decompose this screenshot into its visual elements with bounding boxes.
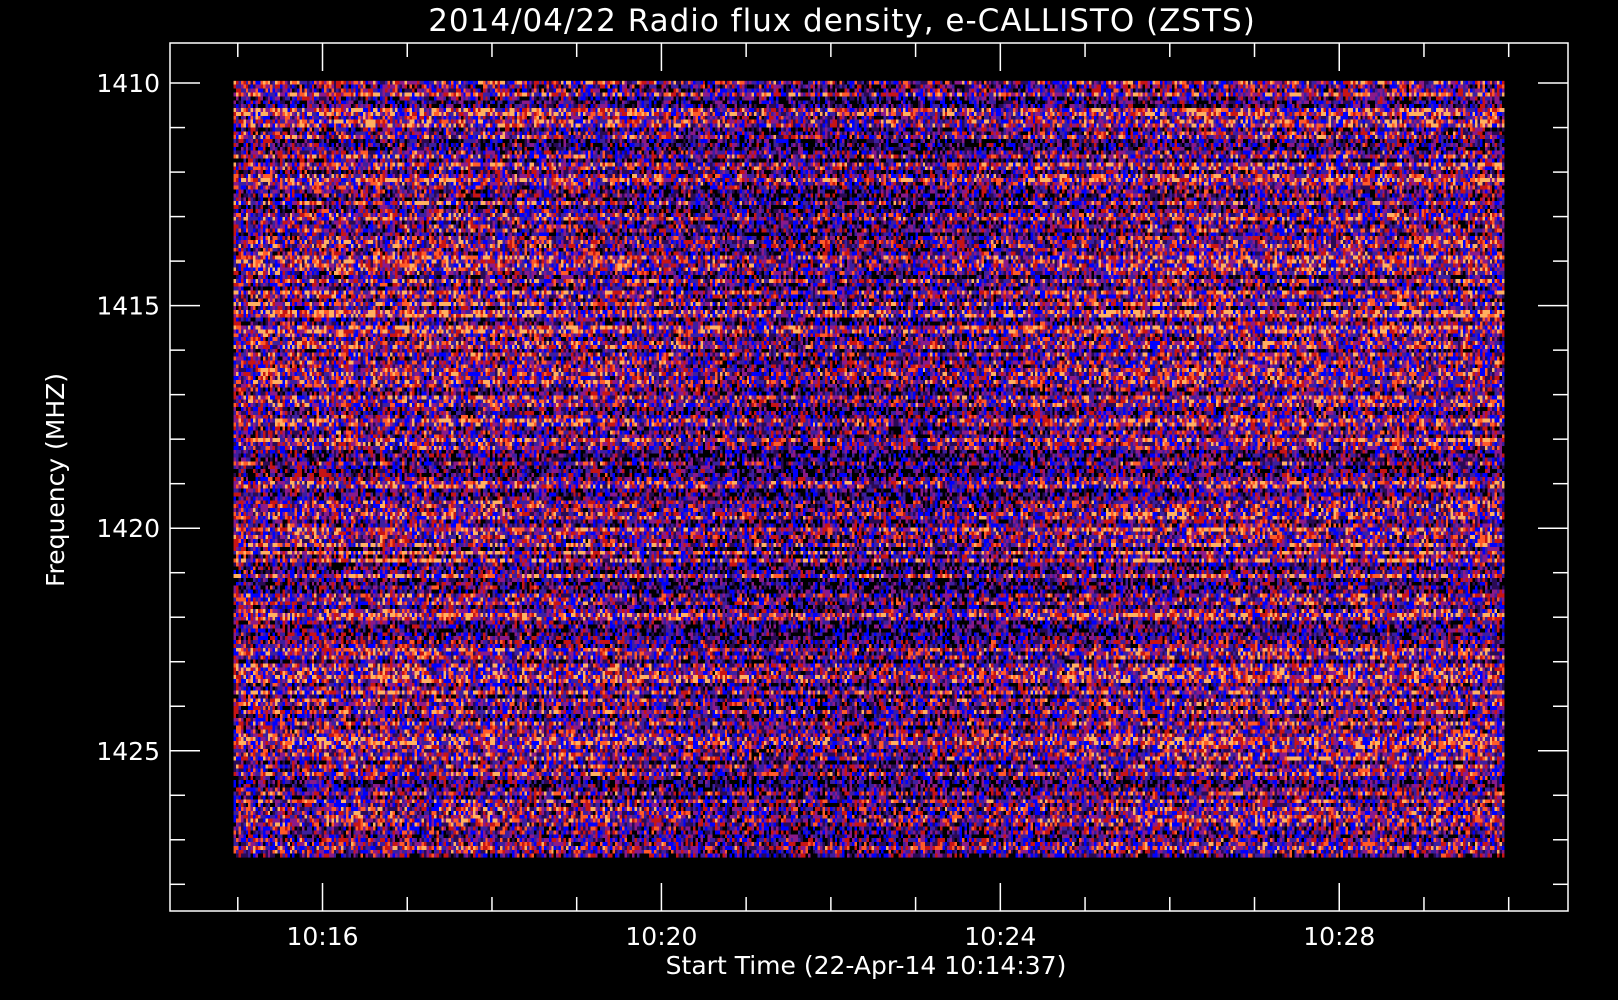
chart-title: 2014/04/22 Radio flux density, e-CALLIST… <box>428 3 1256 39</box>
x-tick-label: 10:28 <box>1303 922 1375 951</box>
heatmap-area <box>233 80 1505 858</box>
y-tick-label: 1420 <box>96 514 160 543</box>
x-tick-label: 10:24 <box>964 922 1036 951</box>
y-tick-label: 1415 <box>96 292 160 321</box>
x-tick-label: 10:16 <box>286 922 358 951</box>
heatmap-cells <box>233 80 1505 858</box>
spectrogram-figure: 2014/04/22 Radio flux density, e-CALLIST… <box>41 3 1569 980</box>
y-axis-label: Frequency (MHZ) <box>41 373 70 587</box>
x-axis-label: Start Time (22-Apr-14 10:14:37) <box>666 951 1067 980</box>
y-tick-label: 1410 <box>96 69 160 98</box>
y-tick-label: 1425 <box>96 737 160 766</box>
x-tick-label: 10:20 <box>625 922 697 951</box>
